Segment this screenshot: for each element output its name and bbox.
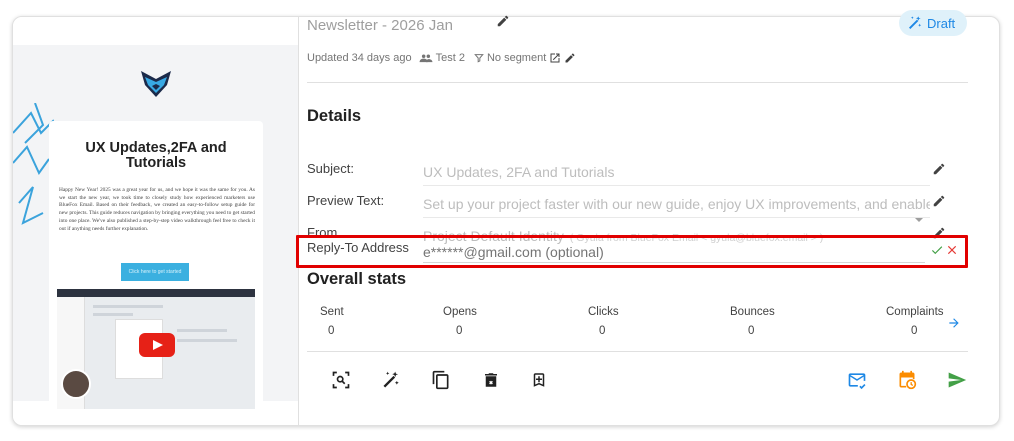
magic-wand-icon [383, 371, 399, 388]
play-icon [139, 333, 175, 357]
reply-to-input[interactable] [423, 242, 925, 262]
subject-field[interactable]: UX Updates, 2FA and Tutorials [423, 164, 930, 180]
video-line [177, 329, 227, 332]
arrow-right-icon[interactable] [946, 316, 962, 330]
magic-button[interactable] [380, 369, 402, 391]
magic-wand-icon [909, 16, 922, 29]
status-label: Draft [927, 15, 956, 31]
stat-clicks-label: Clicks [588, 306, 619, 318]
send-test-email-icon [848, 373, 866, 390]
divider [307, 351, 968, 352]
email-content-card: UX Updates,2FA and Tutorials Happy New Y… [49, 121, 263, 421]
video-line [93, 313, 133, 316]
filter-icon [474, 54, 484, 63]
newsletter-title: Newsletter - 2026 Jan [307, 17, 453, 34]
open-segment-icon[interactable] [549, 52, 561, 64]
duplicate-button[interactable] [430, 369, 452, 391]
overall-stats-heading: Overall stats [307, 270, 407, 288]
edit-subject-icon[interactable] [932, 162, 946, 176]
edit-preview-text-icon[interactable] [932, 194, 946, 208]
video-line [177, 339, 237, 342]
preview-text-field[interactable]: Set up your project faster with our new … [423, 196, 930, 212]
copy-icon [432, 370, 449, 390]
close-icon[interactable] [945, 243, 959, 257]
email-preview-panel[interactable]: UX Updates,2FA and Tutorials Happy New Y… [13, 17, 299, 425]
status-badge: Draft [899, 10, 967, 36]
check-icon[interactable] [930, 243, 944, 257]
chevron-down-icon[interactable] [915, 218, 923, 222]
reply-to-label: Reply-To Address [307, 240, 409, 255]
schedule-icon [899, 370, 917, 390]
presenter-avatar [61, 369, 91, 399]
field-underline [423, 217, 930, 218]
email-body-text: Happy New Year! 2025 was a great year fo… [59, 187, 255, 232]
edit-segment-icon[interactable] [564, 52, 576, 64]
schedule-button[interactable] [896, 369, 918, 391]
list-link[interactable]: Test 2 [436, 52, 465, 64]
preview-button[interactable] [330, 369, 352, 391]
video-thumbnail [57, 289, 255, 409]
video-topbar [57, 289, 255, 297]
stat-opens-label: Opens [443, 306, 477, 318]
delete-button[interactable] [480, 369, 502, 391]
stat-bounces-label: Bounces [730, 306, 775, 318]
details-heading: Details [307, 107, 362, 125]
stat-clicks-value: 0 [599, 325, 606, 337]
field-underline [423, 185, 930, 186]
bookmark-add-icon [533, 373, 545, 387]
group-icon [419, 54, 433, 63]
bluefox-logo [141, 71, 171, 97]
send-test-button[interactable] [846, 369, 868, 391]
stat-sent-value: 0 [328, 325, 335, 337]
email-headline: UX Updates,2FA and Tutorials [85, 140, 227, 171]
stat-opens-value: 0 [456, 325, 463, 337]
segment-text: No segment [486, 52, 547, 64]
subject-label: Subject: [307, 161, 354, 176]
preview-icon [332, 371, 350, 389]
send-button[interactable] [946, 369, 968, 391]
send-icon [948, 372, 967, 388]
stat-complaints-value: 0 [911, 325, 918, 337]
edit-title-icon[interactable] [496, 14, 510, 28]
divider [307, 82, 968, 83]
updated-text: Updated 34 days ago [307, 52, 412, 64]
stat-bounces-value: 0 [748, 325, 755, 337]
video-line [93, 305, 163, 308]
campaign-card: UX Updates,2FA and Tutorials Happy New Y… [12, 16, 1000, 426]
campaign-meta: Updated 34 days ago Test 2 No segment [307, 52, 576, 64]
field-underline [423, 262, 925, 263]
delete-icon [485, 373, 497, 387]
save-template-button[interactable] [528, 369, 550, 391]
stat-complaints-label: Complaints [886, 306, 944, 318]
preview-text-label: Preview Text: [307, 193, 385, 208]
stat-sent-label: Sent [320, 306, 344, 318]
email-cta-button: Click here to get started [121, 263, 189, 281]
